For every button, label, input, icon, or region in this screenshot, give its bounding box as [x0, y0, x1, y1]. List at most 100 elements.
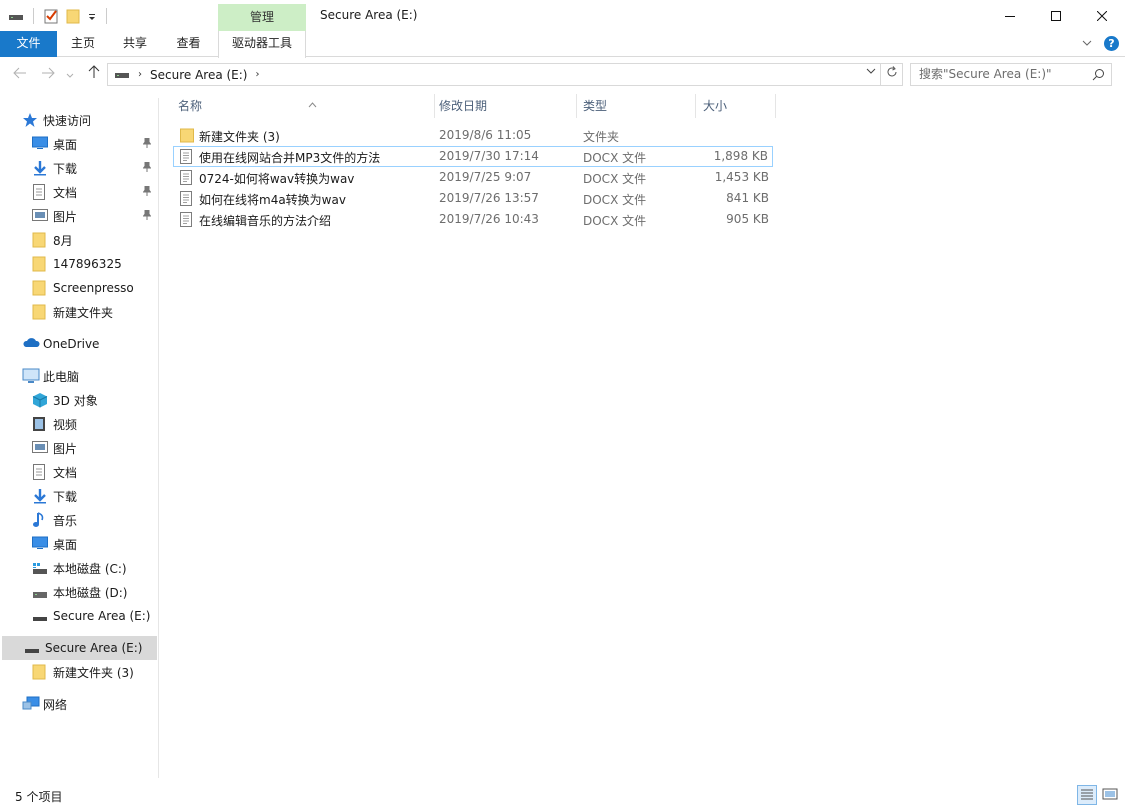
column-header-name[interactable]: 名称: [170, 94, 434, 118]
forward-button[interactable]: [38, 65, 58, 85]
minimize-button[interactable]: [987, 0, 1033, 31]
ribbon-tabs: 文件 主页 共享 查看 驱动器工具 ?: [0, 31, 1125, 58]
search-icon[interactable]: [1092, 68, 1105, 84]
back-button[interactable]: [10, 65, 30, 85]
file-row[interactable]: 如何在线将m4a转换为wav 2019/7/26 13:57 DOCX 文件 8…: [173, 188, 773, 209]
file-row[interactable]: 新建文件夹 (3) 2019/8/6 11:05 文件夹: [173, 125, 773, 146]
status-bar: 5 个项目: [0, 783, 1125, 807]
sidebar-item-label: OneDrive: [43, 337, 100, 351]
address-bar[interactable]: › Secure Area (E:) ›: [107, 63, 881, 86]
column-header-label: 名称: [178, 99, 203, 113]
search-input[interactable]: 搜索"Secure Area (E:)": [910, 63, 1112, 86]
large-icons-view-button[interactable]: [1101, 785, 1121, 805]
desktop-icon: [32, 136, 48, 152]
sidebar-item-label: Secure Area (E:): [45, 641, 143, 655]
sidebar-item-drive-d[interactable]: 本地磁盘 (D:): [32, 580, 157, 604]
details-view-button[interactable]: [1077, 785, 1097, 805]
pin-icon: [142, 161, 153, 174]
sidebar-item-pictures[interactable]: 图片: [32, 204, 157, 228]
sidebar-item-music[interactable]: 音乐: [32, 508, 157, 532]
sidebar-item-drive-child-folder[interactable]: 新建文件夹 (3): [32, 660, 157, 684]
tab-home[interactable]: 主页: [57, 31, 109, 57]
window-title: Secure Area (E:): [320, 8, 418, 22]
customize-toolbar-icon[interactable]: [87, 8, 97, 24]
sidebar-item-label: 桌面: [53, 537, 78, 552]
tab-drive-tools[interactable]: 驱动器工具: [218, 31, 306, 58]
pin-icon: [142, 209, 153, 222]
column-header-type[interactable]: 类型: [575, 94, 695, 118]
column-header-size[interactable]: 大小: [695, 94, 775, 118]
drive-icon: [32, 608, 48, 624]
sidebar-item-3d-objects[interactable]: 3D 对象: [32, 388, 157, 412]
address-dropdown-icon[interactable]: [866, 67, 876, 78]
chevron-right-icon[interactable]: ›: [256, 69, 260, 80]
tab-view[interactable]: 查看: [161, 31, 216, 57]
sidebar-item-onedrive[interactable]: OneDrive: [22, 332, 157, 356]
close-button[interactable]: [1079, 0, 1125, 31]
download-icon: [32, 160, 48, 176]
sidebar-item-folder-147896325[interactable]: 147896325: [32, 252, 157, 276]
file-row[interactable]: 使用在线网站合并MP3文件的方法 2019/7/30 17:14 DOCX 文件…: [173, 146, 773, 167]
sidebar-item-folder-new[interactable]: 新建文件夹: [32, 300, 157, 324]
refresh-button[interactable]: [881, 63, 903, 86]
network-icon: [22, 696, 40, 712]
sidebar-item-documents-pc[interactable]: 文档: [32, 460, 157, 484]
video-icon: [32, 416, 48, 432]
file-size: 1,453 KB: [714, 170, 769, 184]
sidebar-item-label: 下载: [53, 161, 78, 176]
new-folder-icon[interactable]: [65, 8, 81, 24]
chevron-right-icon[interactable]: ›: [138, 69, 142, 80]
tab-manage[interactable]: 管理: [218, 4, 306, 31]
expand-ribbon-icon[interactable]: [1082, 37, 1092, 50]
maximize-button[interactable]: [1033, 0, 1079, 31]
sidebar-item-network[interactable]: 网络: [22, 692, 157, 716]
properties-icon[interactable]: [43, 8, 59, 24]
toolbar-divider: [33, 8, 34, 24]
recent-locations-button[interactable]: [63, 65, 77, 85]
sidebar-item-drive-c[interactable]: 本地磁盘 (C:): [32, 556, 157, 580]
file-name: 在线编辑音乐的方法介绍: [199, 214, 332, 228]
maximize-icon: [1051, 10, 1061, 21]
sidebar-item-desktop-pc[interactable]: 桌面: [32, 532, 157, 556]
breadcrumb-segment[interactable]: Secure Area (E:): [150, 68, 248, 82]
sidebar-item-folder-8yue[interactable]: 8月: [32, 228, 157, 252]
help-icon[interactable]: ?: [1104, 36, 1119, 51]
sidebar-item-this-pc[interactable]: 此电脑: [22, 364, 157, 388]
file-date: 2019/7/26 13:57: [439, 191, 539, 205]
sidebar-item-pictures-pc[interactable]: 图片: [32, 436, 157, 460]
sort-ascending-icon: [308, 94, 317, 118]
document-icon: [180, 212, 193, 227]
sidebar-item-downloads[interactable]: 下载: [32, 156, 157, 180]
sidebar-item-downloads-pc[interactable]: 下载: [32, 484, 157, 508]
file-name: 使用在线网站合并MP3文件的方法: [199, 151, 381, 165]
sidebar-item-desktop[interactable]: 桌面: [32, 132, 157, 156]
tab-file[interactable]: 文件: [0, 31, 57, 57]
sidebar-item-drive-e[interactable]: Secure Area (E:): [32, 604, 157, 628]
sidebar-item-videos[interactable]: 视频: [32, 412, 157, 436]
sidebar-item-label: Secure Area (E:): [53, 609, 151, 623]
column-header-date[interactable]: 修改日期: [431, 94, 575, 118]
sidebar-item-label: 147896325: [53, 257, 122, 271]
sidebar-item-selected-drive[interactable]: Secure Area (E:): [2, 636, 157, 660]
picture-icon: [32, 440, 48, 456]
tab-share[interactable]: 共享: [109, 31, 161, 57]
large-icons-view-icon: [1102, 788, 1118, 800]
file-row[interactable]: 在线编辑音乐的方法介绍 2019/7/26 10:43 DOCX 文件 905 …: [173, 209, 773, 230]
quick-access-toolbar: [8, 6, 110, 26]
file-type: DOCX 文件: [583, 151, 647, 165]
sidebar-item-documents[interactable]: 文档: [32, 180, 157, 204]
sidebar-item-quick-access[interactable]: 快速访问: [22, 108, 179, 132]
file-name: 新建文件夹 (3): [199, 130, 280, 144]
document-icon: [180, 170, 193, 185]
sidebar-item-label: 音乐: [53, 513, 78, 528]
title-bar: 管理 Secure Area (E:): [0, 0, 1125, 31]
3d-objects-icon: [32, 392, 48, 408]
sidebar-item-folder-screenpresso[interactable]: Screenpresso: [32, 276, 157, 300]
column-divider[interactable]: [775, 94, 776, 118]
file-type: DOCX 文件: [583, 193, 647, 207]
file-row[interactable]: 0724-如何将wav转换为wav 2019/7/25 9:07 DOCX 文件…: [173, 167, 773, 188]
drive-icon: [8, 10, 24, 26]
file-date: 2019/7/26 10:43: [439, 212, 539, 226]
document-icon: [180, 191, 193, 206]
up-button[interactable]: [84, 65, 104, 85]
